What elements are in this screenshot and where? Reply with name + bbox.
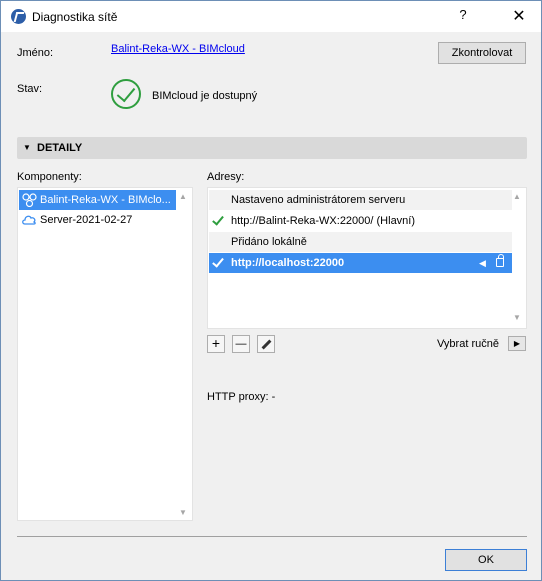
status-text: BIMcloud je dostupný xyxy=(152,90,258,102)
components-label: Komponenty: xyxy=(17,171,82,183)
address-row-main[interactable]: http://Balint-Reka-WX:22000/ (Hlavní) xyxy=(209,211,512,231)
window-title: Diagnostika sítě xyxy=(32,10,118,24)
component-label: Balint-Reka-WX - BIMclo... xyxy=(40,194,171,206)
address-text: http://Balint-Reka-WX:22000/ (Hlavní) xyxy=(231,215,416,227)
edit-address-button[interactable] xyxy=(257,335,275,353)
help-button[interactable]: ? xyxy=(453,7,473,22)
check-button[interactable]: Zkontrolovat xyxy=(438,42,526,64)
footer-divider xyxy=(17,536,527,537)
status-label: Stav: xyxy=(17,83,43,95)
network-diagnostics-dialog: Diagnostika sítě ? ✕ Jméno: Balint-Reka-… xyxy=(0,0,542,581)
scroll-up-icon[interactable]: ▲ xyxy=(513,192,521,201)
select-manual-label: Vybrat ručně xyxy=(437,338,499,350)
address-group-admin: Nastaveno administrátorem serveru xyxy=(209,190,512,210)
network-icon xyxy=(22,193,37,207)
remove-address-button[interactable]: — xyxy=(232,335,250,353)
check-icon xyxy=(212,213,224,226)
add-address-button[interactable]: + xyxy=(207,335,225,353)
app-logo-icon xyxy=(11,9,26,24)
close-button[interactable]: ✕ xyxy=(509,6,529,26)
pencil-icon xyxy=(261,339,272,350)
success-check-icon xyxy=(111,79,141,109)
addresses-label: Adresy: xyxy=(207,171,245,183)
address-text: http://localhost:22000 xyxy=(231,257,345,269)
address-group-local: Přidáno lokálně xyxy=(209,232,512,252)
component-item-server[interactable]: Server-2021-02-27 xyxy=(19,210,176,230)
components-list[interactable]: Balint-Reka-WX - BIMclo... Server-2021-0… xyxy=(17,187,193,521)
scroll-up-icon[interactable]: ▲ xyxy=(179,192,187,201)
collapse-triangle-icon: ▼ xyxy=(23,143,31,152)
http-proxy-text: HTTP proxy: - xyxy=(207,391,276,403)
details-section-header[interactable]: ▼ DETAILY xyxy=(17,137,527,159)
check-icon xyxy=(212,255,224,268)
component-item-bimcloud[interactable]: Balint-Reka-WX - BIMclo... xyxy=(19,190,176,210)
name-link[interactable]: Balint-Reka-WX - BIMcloud xyxy=(111,43,245,55)
select-manual-button[interactable]: ▶ xyxy=(508,336,526,351)
lock-icon[interactable] xyxy=(496,254,504,267)
name-label: Jméno: xyxy=(17,47,54,59)
address-row-localhost[interactable]: http://localhost:22000 ◀ xyxy=(209,253,512,273)
details-title: DETAILY xyxy=(37,142,83,154)
scroll-down-icon[interactable]: ▼ xyxy=(179,508,187,517)
ok-button[interactable]: OK xyxy=(445,549,527,571)
addresses-list[interactable]: Nastaveno administrátorem serveru http:/… xyxy=(207,187,527,329)
scroll-down-icon[interactable]: ▼ xyxy=(513,313,521,322)
component-label: Server-2021-02-27 xyxy=(40,214,133,226)
title-bar: Diagnostika sítě ? ✕ xyxy=(1,1,541,32)
expand-left-icon[interactable]: ◀ xyxy=(479,253,486,273)
cloud-icon xyxy=(22,215,36,225)
